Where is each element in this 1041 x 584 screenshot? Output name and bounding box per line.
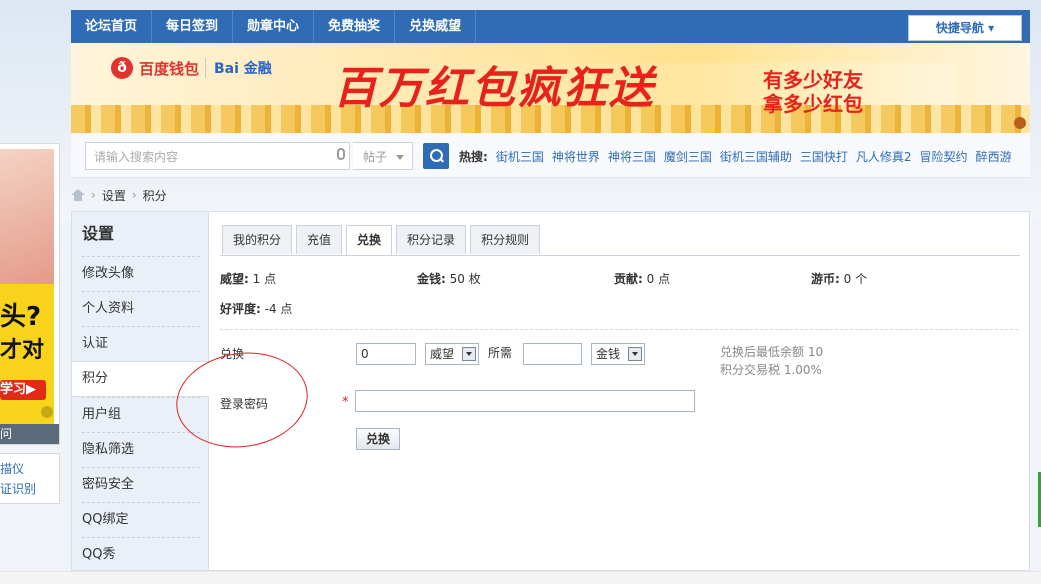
search-type-select[interactable]: 帖子 (353, 142, 413, 170)
tab-recharge[interactable]: 充值 (296, 225, 343, 254)
top-nav: 论坛首页 每日签到 勋章中心 免费抽奖 兑换威望 快捷导航 ▾ (71, 10, 1030, 43)
ad-bottom-bar: 问 (0, 424, 59, 444)
microphone-icon[interactable] (337, 148, 345, 160)
exchange-to-value: 金钱 (596, 347, 621, 361)
ad-learn-button[interactable]: 学习▶ (0, 380, 46, 400)
stat-game-coins-value: 0 个 (843, 272, 868, 286)
tab-underline (220, 255, 1020, 256)
password-field[interactable] (355, 390, 695, 412)
wallet-logo-icon: ð (111, 57, 133, 79)
hot-link[interactable]: 凡人修真2 (856, 148, 912, 165)
sidebar-title: 设置 (82, 224, 115, 243)
banner-sub2: 拿多少红包 (763, 92, 863, 116)
stat-contribution-label: 贡献: (614, 272, 643, 286)
tax-hint: 积分交易税 1.00% (720, 363, 822, 377)
left-ad-links: 描仪 证识别 (0, 453, 60, 504)
brand-left: 百度钱包 (139, 59, 200, 78)
sidebar-item-profile[interactable]: 个人资料 (82, 291, 200, 326)
ad-link-id-recognition[interactable]: 证识别 (0, 480, 36, 497)
nav-free-lottery[interactable]: 免费抽奖 (314, 10, 396, 43)
breadcrumb-settings[interactable]: 设置 (102, 187, 126, 204)
sidebar-item-password-security[interactable]: 密码安全 (82, 467, 200, 502)
tab-my-points[interactable]: 我的积分 (222, 225, 293, 254)
search-bar: 请输入搜索内容 帖子 热搜: 街机三国 神将世界 神将三国 魔剑三国 街机三国辅… (71, 133, 1030, 178)
exchange-from-select[interactable]: 威望 (425, 343, 479, 365)
search-input[interactable]: 请输入搜索内容 (85, 142, 350, 170)
stat-prestige: 威望: 1 点 (220, 270, 276, 287)
nav-daily-checkin[interactable]: 每日签到 (152, 10, 234, 43)
banner-title: 百万红包疯狂送 (333, 63, 655, 114)
nav-medal-center[interactable]: 勋章中心 (233, 10, 315, 43)
stat-rating: 好评度: -4 点 (220, 300, 292, 317)
breadcrumb: › 设置 › 积分 (71, 185, 167, 205)
chevron-down-icon (628, 347, 642, 361)
left-advertisement[interactable]: 头? 才对 学习▶ 问 (0, 143, 60, 445)
ad-image (0, 149, 54, 284)
sidebar-item-avatar[interactable]: 修改头像 (82, 256, 200, 291)
chevron-down-icon (462, 347, 476, 361)
ad-link-scanner[interactable]: 描仪 (0, 460, 24, 477)
stat-rating-label: 好评度: (220, 302, 261, 316)
stat-rating-value: -4 点 (264, 302, 293, 316)
search-button[interactable] (423, 143, 449, 169)
ad-text-1: 头? (0, 302, 42, 332)
quick-nav-label: 快捷导航 (935, 21, 984, 35)
sidebar-item-verification[interactable]: 认证 (82, 326, 200, 361)
stat-money-value: 50 枚 (449, 272, 481, 286)
needs-amount-input[interactable] (523, 343, 582, 365)
nav-forum-home[interactable]: 论坛首页 (71, 10, 153, 43)
nav-exchange-prestige[interactable]: 兑换威望 (395, 10, 477, 43)
stat-contribution: 贡献: 0 点 (614, 270, 670, 287)
hot-link[interactable]: 神将三国 (608, 148, 656, 165)
exchange-from-value: 威望 (430, 347, 455, 361)
bottom-strip (0, 571, 1041, 584)
hot-search-label: 热搜: (459, 150, 488, 164)
quick-nav-button[interactable]: 快捷导航 ▾ (908, 15, 1022, 41)
paw-icon (1014, 117, 1026, 129)
brand-right: Bai 金融 (205, 58, 272, 78)
sidebar-item-qq-show[interactable]: QQ秀 (82, 537, 200, 572)
banner-sub1: 有多少好友 (763, 68, 863, 92)
chevron-down-icon: ▾ (988, 21, 995, 35)
tab-exchange[interactable]: 兑换 (346, 225, 393, 255)
promo-banner[interactable]: ð 百度钱包 Bai 金融 百万红包疯狂送 有多少好友 拿多少红包 (71, 43, 1030, 133)
stat-money-label: 金钱: (417, 272, 446, 286)
required-mark: * (342, 395, 349, 410)
baidu-wallet-logo: ð 百度钱包 Bai 金融 (111, 57, 272, 79)
hot-link[interactable]: 冒险契约 (920, 148, 968, 165)
points-tabs: 我的积分 充值 兑换 积分记录 积分规则 (222, 225, 541, 255)
stat-prestige-value: 1 点 (252, 272, 277, 286)
hot-link[interactable]: 魔剑三国 (664, 148, 712, 165)
hot-link[interactable]: 神将世界 (552, 148, 600, 165)
needs-label: 所需 (488, 346, 513, 360)
stat-game-coins: 游币: 0 个 (811, 270, 867, 287)
sidebar-item-privacy[interactable]: 隐私筛选 (82, 432, 200, 467)
home-icon[interactable] (71, 189, 85, 201)
hot-link[interactable]: 街机三国 (496, 148, 544, 165)
hot-searches: 热搜: 街机三国 神将世界 神将三国 魔剑三国 街机三国辅助 三国快打 凡人修真… (459, 148, 1012, 165)
min-balance-hint: 兑换后最低余额 10 (720, 345, 824, 359)
hot-link[interactable]: 街机三国辅助 (720, 148, 792, 165)
exchange-to-select[interactable]: 金钱 (591, 343, 645, 365)
tab-points-rules[interactable]: 积分规则 (470, 225, 541, 254)
search-type-label: 帖子 (363, 150, 388, 164)
stat-game-coins-label: 游币: (811, 272, 840, 286)
sidebar-item-qq-binding[interactable]: QQ绑定 (82, 502, 200, 537)
stat-money: 金钱: 50 枚 (417, 270, 481, 287)
stat-contribution-value: 0 点 (646, 272, 671, 286)
ad-text-2: 才对 (0, 338, 45, 363)
breadcrumb-points: 积分 (142, 188, 167, 203)
hot-link[interactable]: 醉西游 (976, 148, 1012, 165)
chevron-right-icon: › (91, 188, 96, 202)
chevron-right-icon: › (131, 188, 137, 202)
chevron-down-icon (396, 155, 404, 160)
stat-prestige-label: 威望: (220, 272, 249, 286)
exchange-amount-input[interactable]: 0 (356, 343, 416, 365)
section-divider (220, 329, 1018, 331)
tab-points-log[interactable]: 积分记录 (396, 225, 467, 254)
paw-icon (41, 406, 53, 418)
exchange-submit-button[interactable]: 兑换 (356, 428, 401, 450)
hot-link[interactable]: 三国快打 (800, 148, 848, 165)
